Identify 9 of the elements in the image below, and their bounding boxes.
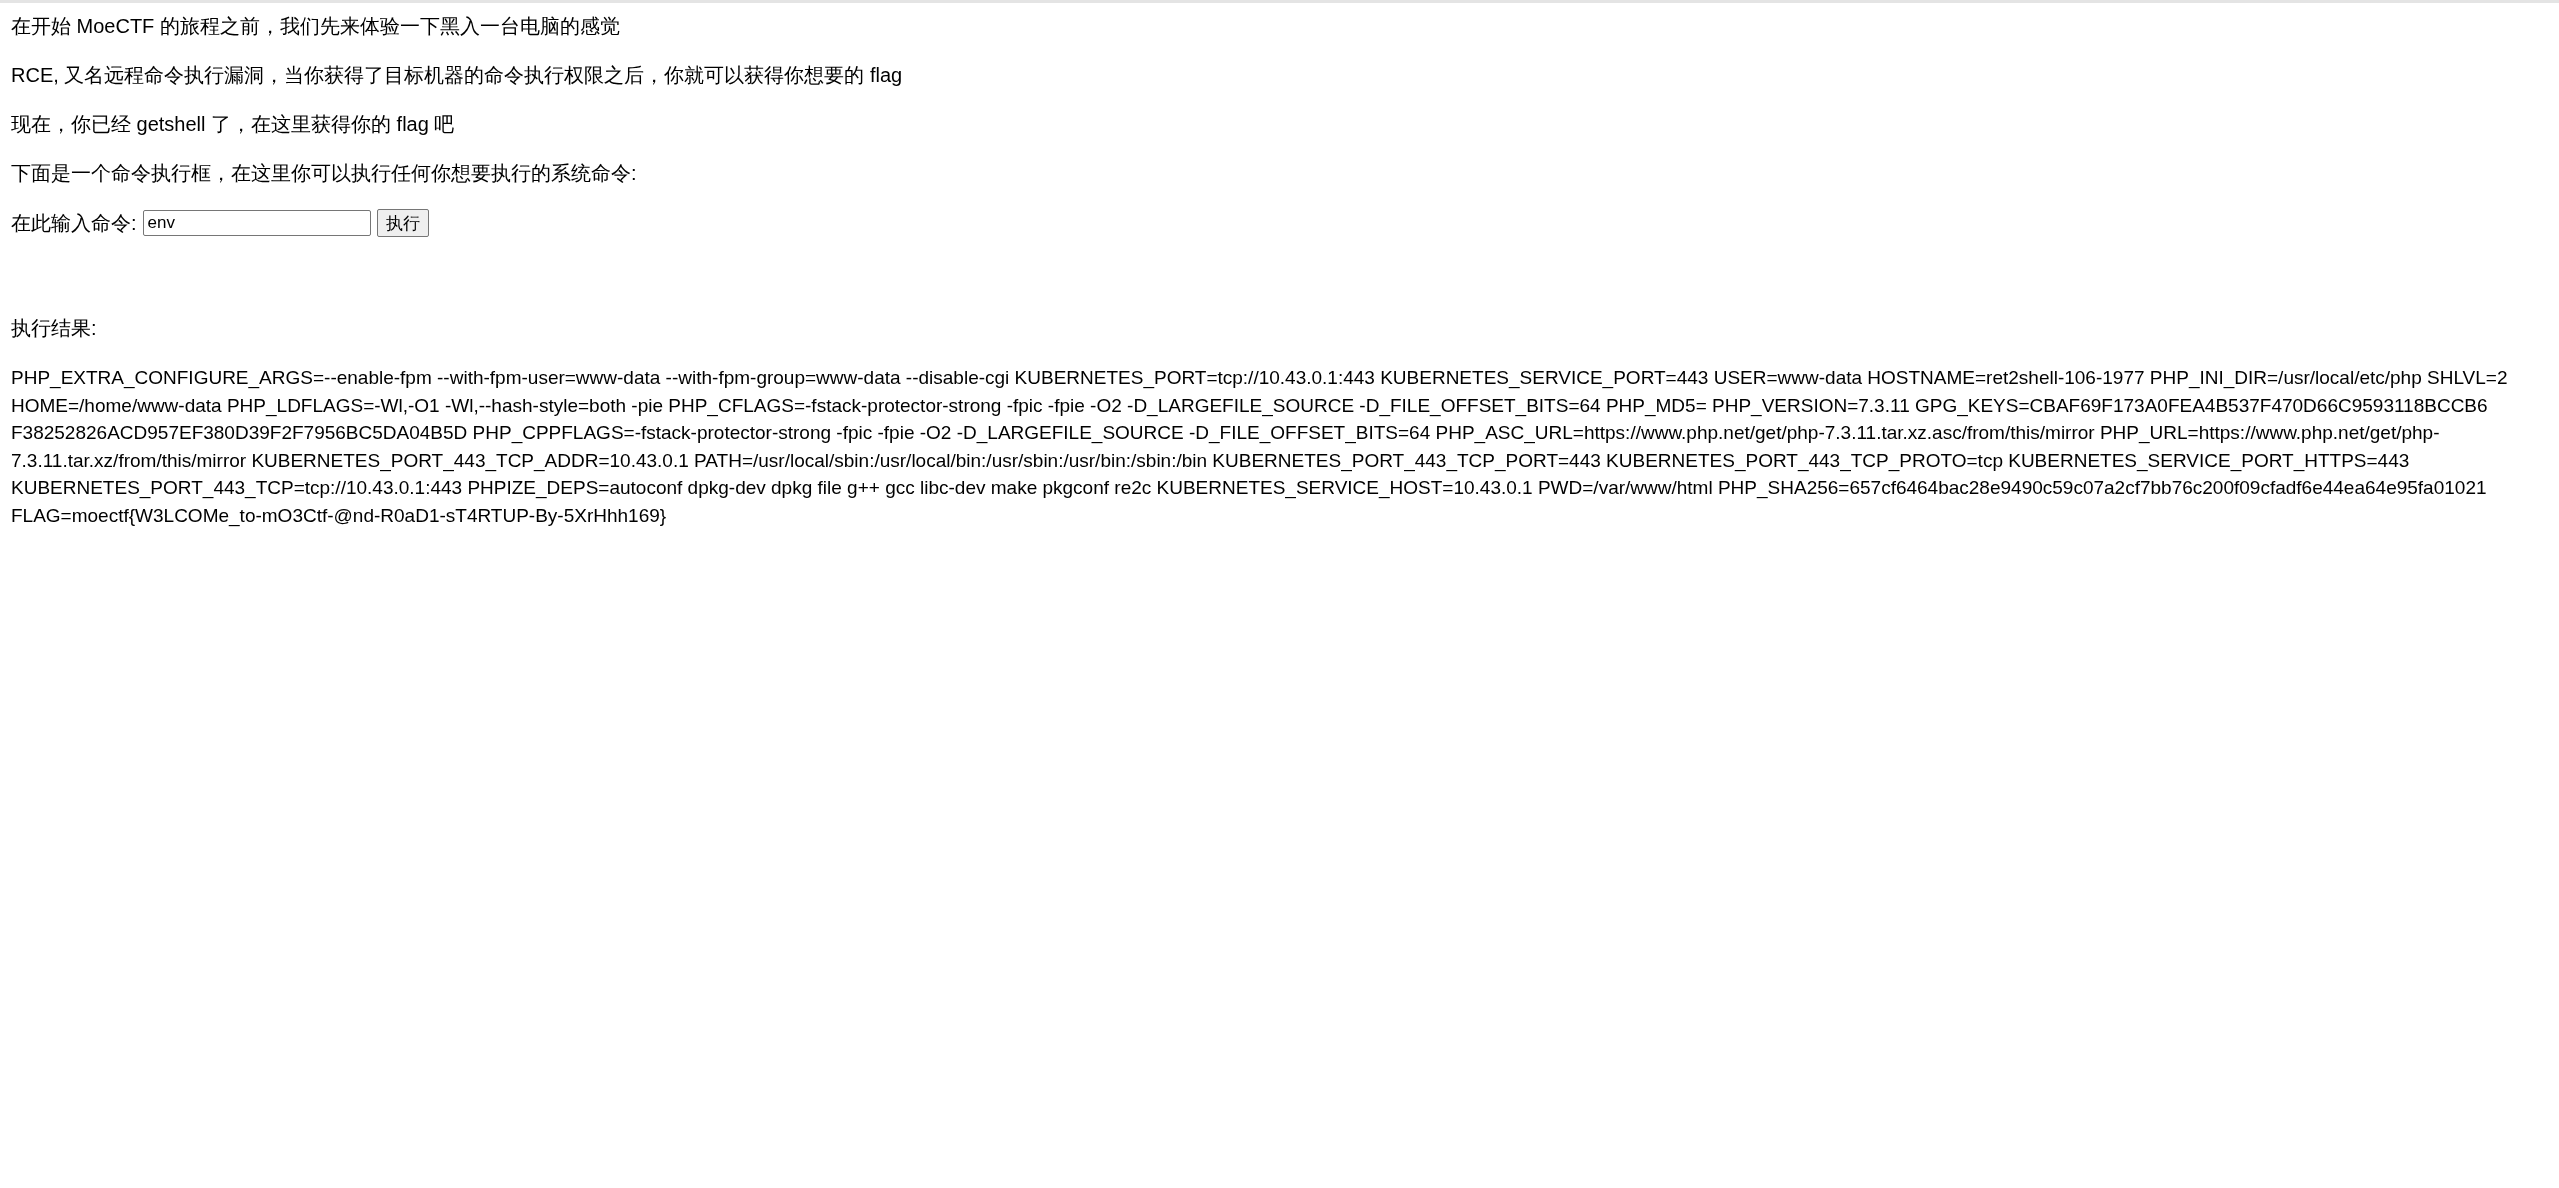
execute-button[interactable]: 执行 — [376, 209, 429, 237]
result-label: 执行结果: — [11, 316, 98, 341]
command-output: PHP_EXTRA_CONFIGURE_ARGS=--enable-fpm --with-fpm-user=www-data --with-fpm-group=www-data --disable-cgi KUBERNETES_PORT=tcp://10.43.0.1:443 KUBERNETES_SERVICE_PORT=443 USER=www-data HOSTNAME=ret2shell-106-1977 PHP_INI_DIR=/usr/local/etc/php SHLVL=2 HOME=/home/www-data PHP_LDFLAGS=-Wl,-O1 -Wl,--hash-style=both -pie PHP_CFLAGS=-fstack-protector-strong -fpic -fpie -O2 -D_LARGEFILE_SOURCE -D_FILE_OFFSET_BITS=64 PHP_MD5= PHP_VERSION=7.3.11 GPG_KEYS=CBAF69F173A0FEA4B537F470D66C9593118BCCB6 F38252826ACD957EF380D39F2F7956BC5DA04B5D PHP_CPPFLAGS=-fstack-protector-strong -fpic -fpie -O2 -D_LARGEFILE_SOURCE -D_FILE_OFFSET_BITS=64 PHP_ASC_URL=https://www.php.net/get/php-7.3.11.tar.xz.asc/from/this/mirror PHP_URL=https://www.php.net/get/php-7.3.11.tar.xz/from/this/mirror KUBERNETES_PORT_443_TCP_ADDR=10.43.0.1 PATH=/usr/local/sbin:/usr/local/bin:/usr/sbin:/usr/bin:/sbin:/bin KUBERNETES_PORT_443_TCP_PORT=443 KUBERNETES_PORT_443_TCP_PROTO=tcp KUBERNETES_SERVICE_PORT_HTTPS=443 KUBERNETES_PORT_443_TCP=tcp://10.43.0.1:443 PHPIZE_DEPS=autoconf dpkg-dev dpkg file g++ gcc libc-dev make pkgconf re2c KUBERNETES_SERVICE_HOST=10.43.0.1 PWD=/var/www/html PHP_SHA256=657cf6464bac28e9490c59c07a2cf7bb76c200f09cfadf6e44ea64e95fa01021 FLAG=moectf{W3LCOMe_to-mO3Ctf-@nd-R0aD1-sT4RTUP-By-5XrHhh169} — [11, 366, 2509, 529]
intro-text: 在开始 MoeCTF 的旅程之前，我们先来体验一下黑入一台电脑的感觉 — [11, 14, 621, 39]
intro-text: 现在，你已经 getshell 了，在这里获得你的 flag 吧 — [11, 112, 456, 137]
command-label: 在此输入命令: — [11, 210, 137, 236]
intro-text: RCE, 又名远程命令执行漏洞，当你获得了目标机器的命令执行权限之后，你就可以获得你想要的 flag — [11, 63, 904, 88]
intro-text: 下面是一个命令执行框，在这里你可以执行任何你想要执行的系统命令: — [11, 161, 638, 186]
command-input[interactable]: env — [142, 210, 371, 236]
